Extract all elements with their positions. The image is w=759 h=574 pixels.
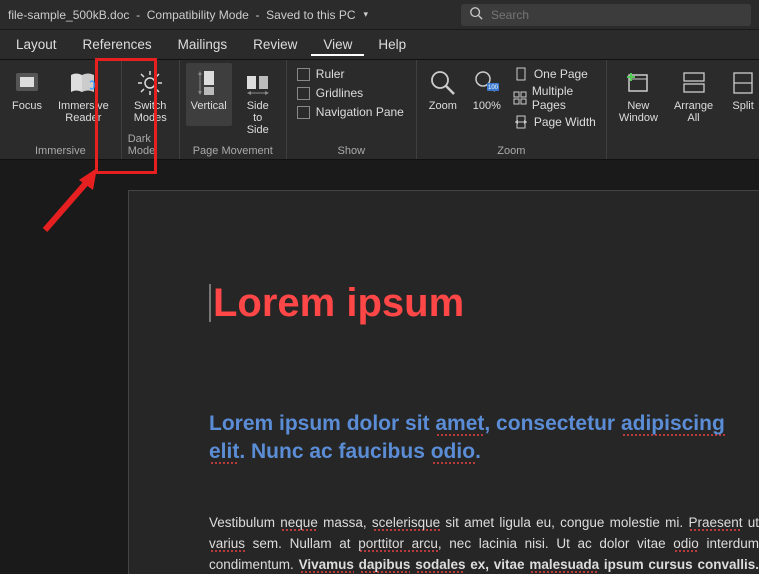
arrange-label1: Arrange bbox=[674, 100, 713, 112]
side-to-side-button[interactable]: Side to Side bbox=[236, 63, 280, 138]
tab-mailings[interactable]: Mailings bbox=[166, 33, 240, 56]
checkbox-icon bbox=[297, 68, 310, 81]
multi-page-icon bbox=[513, 91, 527, 105]
zoom-button[interactable]: Zoom bbox=[423, 63, 463, 126]
focus-icon bbox=[14, 67, 40, 99]
group-zoom: Zoom 100 100% One Page Multiple Pages bbox=[417, 60, 607, 159]
search-box[interactable] bbox=[461, 4, 751, 26]
side-label2: to Side bbox=[242, 112, 274, 136]
arrange-icon bbox=[681, 67, 707, 99]
tab-help[interactable]: Help bbox=[366, 33, 418, 56]
immersive-reader-button[interactable]: Immersive Reader bbox=[52, 63, 115, 126]
new-label2: Window bbox=[619, 112, 658, 124]
group-darkmode: Switch Modes Dark Mode bbox=[122, 60, 180, 159]
split-button[interactable]: Split bbox=[723, 63, 759, 126]
navpane-label: Navigation Pane bbox=[316, 105, 404, 119]
hundred-label: 100% bbox=[473, 100, 501, 112]
one-page-label: One Page bbox=[534, 67, 588, 81]
document-paragraph[interactable]: Vestibulum neque massa, scelerisque sit … bbox=[209, 513, 759, 574]
ruler-label: Ruler bbox=[316, 67, 345, 81]
gridlines-label: Gridlines bbox=[316, 86, 363, 100]
group-page-movement: Vertical Side to Side Page Movement bbox=[180, 60, 287, 159]
gridlines-checkbox[interactable]: Gridlines bbox=[297, 86, 404, 100]
split-icon bbox=[730, 67, 756, 99]
left-gutter bbox=[0, 160, 128, 574]
titlebar: file-sample_500kB.doc - Compatibility Mo… bbox=[0, 0, 759, 30]
new-label1: New bbox=[627, 100, 649, 112]
new-window-icon bbox=[625, 67, 651, 99]
page-width-label: Page Width bbox=[534, 115, 596, 129]
tab-review[interactable]: Review bbox=[241, 33, 309, 56]
zoom-label: Zoom bbox=[429, 100, 457, 112]
document-subhead[interactable]: Lorem ipsum dolor sit amet, consectetur … bbox=[209, 410, 759, 467]
page-width-button[interactable]: Page Width bbox=[513, 115, 598, 129]
tab-references[interactable]: References bbox=[71, 33, 164, 56]
multiple-pages-button[interactable]: Multiple Pages bbox=[513, 84, 598, 112]
group-label-darkmode: Dark Mode bbox=[128, 133, 173, 157]
workspace: Lorem ipsum Lorem ipsum dolor sit amet, … bbox=[0, 160, 759, 574]
vertical-label: Vertical bbox=[191, 100, 227, 112]
svg-text:100: 100 bbox=[488, 85, 499, 91]
one-page-icon bbox=[513, 67, 529, 81]
reader-icon bbox=[68, 67, 98, 99]
focus-button[interactable]: Focus bbox=[6, 63, 48, 126]
group-label-window bbox=[686, 145, 689, 157]
checkbox-icon bbox=[297, 106, 310, 119]
split-label: Split bbox=[732, 100, 753, 112]
search-icon bbox=[469, 6, 483, 23]
focus-label: Focus bbox=[12, 100, 42, 112]
group-label-show: Show bbox=[338, 145, 366, 157]
sun-icon bbox=[136, 67, 164, 99]
document-title[interactable]: Lorem ipsum bbox=[209, 281, 759, 326]
one-page-button[interactable]: One Page bbox=[513, 67, 598, 81]
multi-page-label: Multiple Pages bbox=[532, 84, 598, 112]
arrange-label2: All bbox=[687, 112, 699, 124]
vertical-button[interactable]: Vertical bbox=[186, 63, 232, 126]
hundred-button[interactable]: 100 100% bbox=[467, 63, 507, 126]
page-width-icon bbox=[513, 115, 529, 129]
switch-label2: Modes bbox=[134, 112, 167, 124]
group-label-zoom: Zoom bbox=[497, 145, 525, 157]
group-label-immersive: Immersive bbox=[35, 145, 86, 157]
search-input[interactable] bbox=[491, 8, 743, 22]
switch-modes-button[interactable]: Switch Modes bbox=[128, 63, 173, 126]
group-label-pagemove: Page Movement bbox=[193, 145, 273, 157]
side-icon bbox=[243, 67, 273, 99]
group-show: Ruler Gridlines Navigation Pane Show bbox=[287, 60, 417, 159]
magnify-icon bbox=[429, 67, 457, 99]
hundred-icon: 100 bbox=[473, 67, 501, 99]
side-label1: Side bbox=[247, 100, 269, 112]
ribbon-tabs: Layout References Mailings Review View H… bbox=[0, 30, 759, 60]
group-window: New Window Arrange All Split bbox=[607, 60, 759, 159]
title-dropdown-icon[interactable]: ▾ bbox=[364, 9, 369, 20]
group-immersive: Focus Immersive Reader Immersive bbox=[0, 60, 122, 159]
checkbox-icon bbox=[297, 87, 310, 100]
new-window-button[interactable]: New Window bbox=[613, 63, 664, 126]
switch-label1: Switch bbox=[134, 100, 166, 112]
navpane-checkbox[interactable]: Navigation Pane bbox=[297, 105, 404, 119]
window-title: file-sample_500kB.doc - Compatibility Mo… bbox=[8, 8, 356, 22]
reader-label2: Reader bbox=[65, 112, 101, 124]
vertical-icon bbox=[197, 67, 221, 99]
ruler-checkbox[interactable]: Ruler bbox=[297, 67, 404, 81]
tab-layout[interactable]: Layout bbox=[4, 33, 69, 56]
arrange-all-button[interactable]: Arrange All bbox=[668, 63, 719, 126]
document-page[interactable]: Lorem ipsum Lorem ipsum dolor sit amet, … bbox=[128, 190, 759, 574]
ribbon: Focus Immersive Reader Immersive Switch … bbox=[0, 60, 759, 160]
reader-label1: Immersive bbox=[58, 100, 109, 112]
tab-view[interactable]: View bbox=[311, 33, 364, 56]
